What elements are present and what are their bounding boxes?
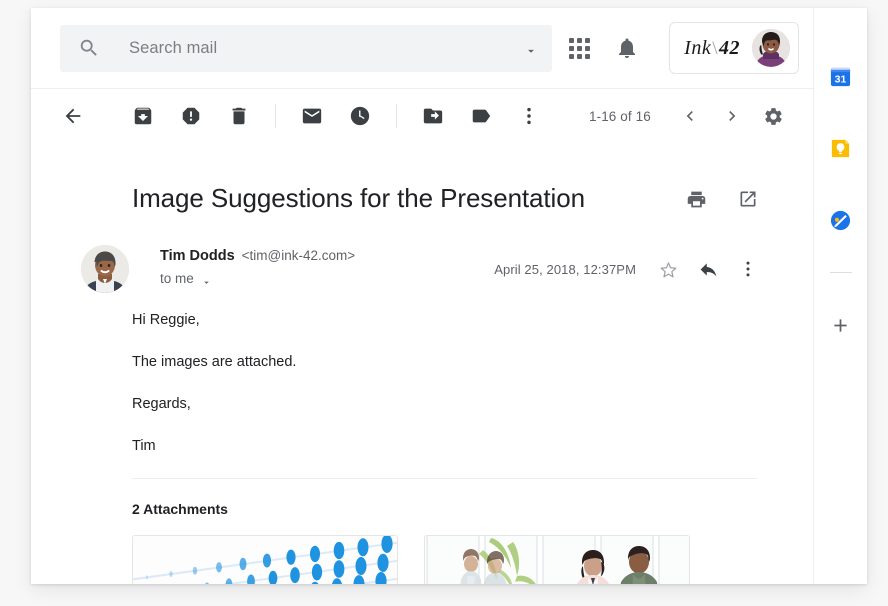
- print-icon[interactable]: [676, 179, 716, 219]
- search-input-placeholder[interactable]: Search mail: [129, 39, 524, 58]
- message-date: April 25, 2018, 12:37PM: [494, 261, 636, 277]
- message-count: 1-16 of 16: [589, 108, 651, 124]
- recipient-line[interactable]: to me: [160, 271, 355, 286]
- brand-number: 42: [719, 36, 740, 59]
- toolbar-divider-2: [396, 104, 397, 128]
- apps-grid-dots: [568, 37, 590, 59]
- svg-text:31: 31: [835, 73, 847, 85]
- move-to-folder-icon[interactable]: [409, 92, 457, 140]
- attachment-thumbnail-blue-dots[interactable]: [132, 535, 398, 584]
- body-paragraph: Regards,: [132, 395, 191, 412]
- subject-actions: [676, 179, 785, 219]
- clock-snooze-icon[interactable]: [336, 92, 384, 140]
- message-more-vertical-icon[interactable]: [728, 249, 768, 289]
- chevron-right-icon[interactable]: [711, 95, 753, 137]
- message-pane: Image Suggestions for the Presentation T…: [31, 143, 813, 584]
- attachments-heading: 2 Attachments: [132, 501, 228, 518]
- plus-icon[interactable]: [819, 303, 863, 347]
- open-in-new-window-icon[interactable]: [728, 179, 768, 219]
- sender-line: Tim Dodds <tim@ink-42.com>: [160, 248, 355, 264]
- side-rail: 31: [813, 8, 867, 584]
- message-body: Hi Reggie, The images are attached. Rega…: [31, 293, 785, 455]
- body-paragraph: The images are attached.: [132, 353, 297, 370]
- attachments-list: [31, 517, 785, 584]
- archive-icon[interactable]: [119, 92, 167, 140]
- calendar-icon[interactable]: 31: [819, 54, 863, 98]
- brand-logo: Ink\42: [684, 37, 740, 60]
- message-meta: April 25, 2018, 12:37PM: [494, 245, 785, 289]
- app-header: Search mail Ink\42: [31, 8, 813, 88]
- mail-column: Search mail Ink\42 1-16 of 16 Image Sugg…: [31, 8, 813, 584]
- header-right-actions: Ink\42: [555, 22, 813, 74]
- recipient-label: to me: [160, 271, 194, 286]
- recipient-chevron-down-icon[interactable]: [201, 275, 212, 284]
- account-chip[interactable]: Ink\42: [669, 22, 799, 74]
- page-title: Image Suggestions for the Presentation: [132, 183, 585, 214]
- office-people-photo: [425, 536, 689, 584]
- rail-divider: [829, 272, 852, 273]
- apps-grid-icon[interactable]: [555, 24, 603, 72]
- toolbar-divider: [275, 104, 276, 128]
- avatar[interactable]: [752, 29, 790, 67]
- body-paragraph: Tim: [132, 437, 156, 454]
- search-icon: [78, 37, 100, 59]
- star-outline-icon[interactable]: [648, 249, 688, 289]
- sender-email: <tim@ink-42.com>: [241, 248, 356, 263]
- sender-name: Tim Dodds: [160, 248, 235, 264]
- tasks-icon[interactable]: [819, 198, 863, 242]
- sender-row: Tim Dodds <tim@ink-42.com> to me April 2…: [31, 219, 785, 293]
- blue-dots-graphic: [133, 536, 397, 584]
- chevron-left-icon[interactable]: [669, 95, 711, 137]
- search-options-chevron-down-icon[interactable]: [524, 44, 538, 53]
- reply-arrow-icon[interactable]: [688, 249, 728, 289]
- keep-lightbulb-icon[interactable]: [819, 126, 863, 170]
- message-toolbar: 1-16 of 16: [31, 88, 813, 143]
- mark-unread-envelope-icon[interactable]: [288, 92, 336, 140]
- body-paragraph: Hi Reggie,: [132, 312, 200, 328]
- sender-info: Tim Dodds <tim@ink-42.com> to me: [160, 245, 355, 286]
- label-tag-icon[interactable]: [457, 92, 505, 140]
- back-arrow-icon[interactable]: [49, 92, 97, 140]
- search-bar[interactable]: Search mail: [60, 24, 552, 72]
- gear-icon[interactable]: [753, 95, 795, 137]
- sender-avatar[interactable]: [81, 245, 129, 293]
- trash-icon[interactable]: [215, 92, 263, 140]
- gmail-message-window: Search mail Ink\42 1-16 of 16 Image Sugg…: [31, 8, 867, 584]
- subject-row: Image Suggestions for the Presentation: [31, 143, 785, 219]
- window-columns: Search mail Ink\42 1-16 of 16 Image Sugg…: [31, 8, 867, 584]
- report-spam-icon[interactable]: [167, 92, 215, 140]
- bell-icon[interactable]: [603, 24, 651, 72]
- brand-slash: \: [712, 37, 718, 59]
- brand-word: Ink: [684, 36, 712, 59]
- attachment-thumbnail-office-people[interactable]: [424, 535, 690, 584]
- more-vertical-icon[interactable]: [505, 92, 553, 140]
